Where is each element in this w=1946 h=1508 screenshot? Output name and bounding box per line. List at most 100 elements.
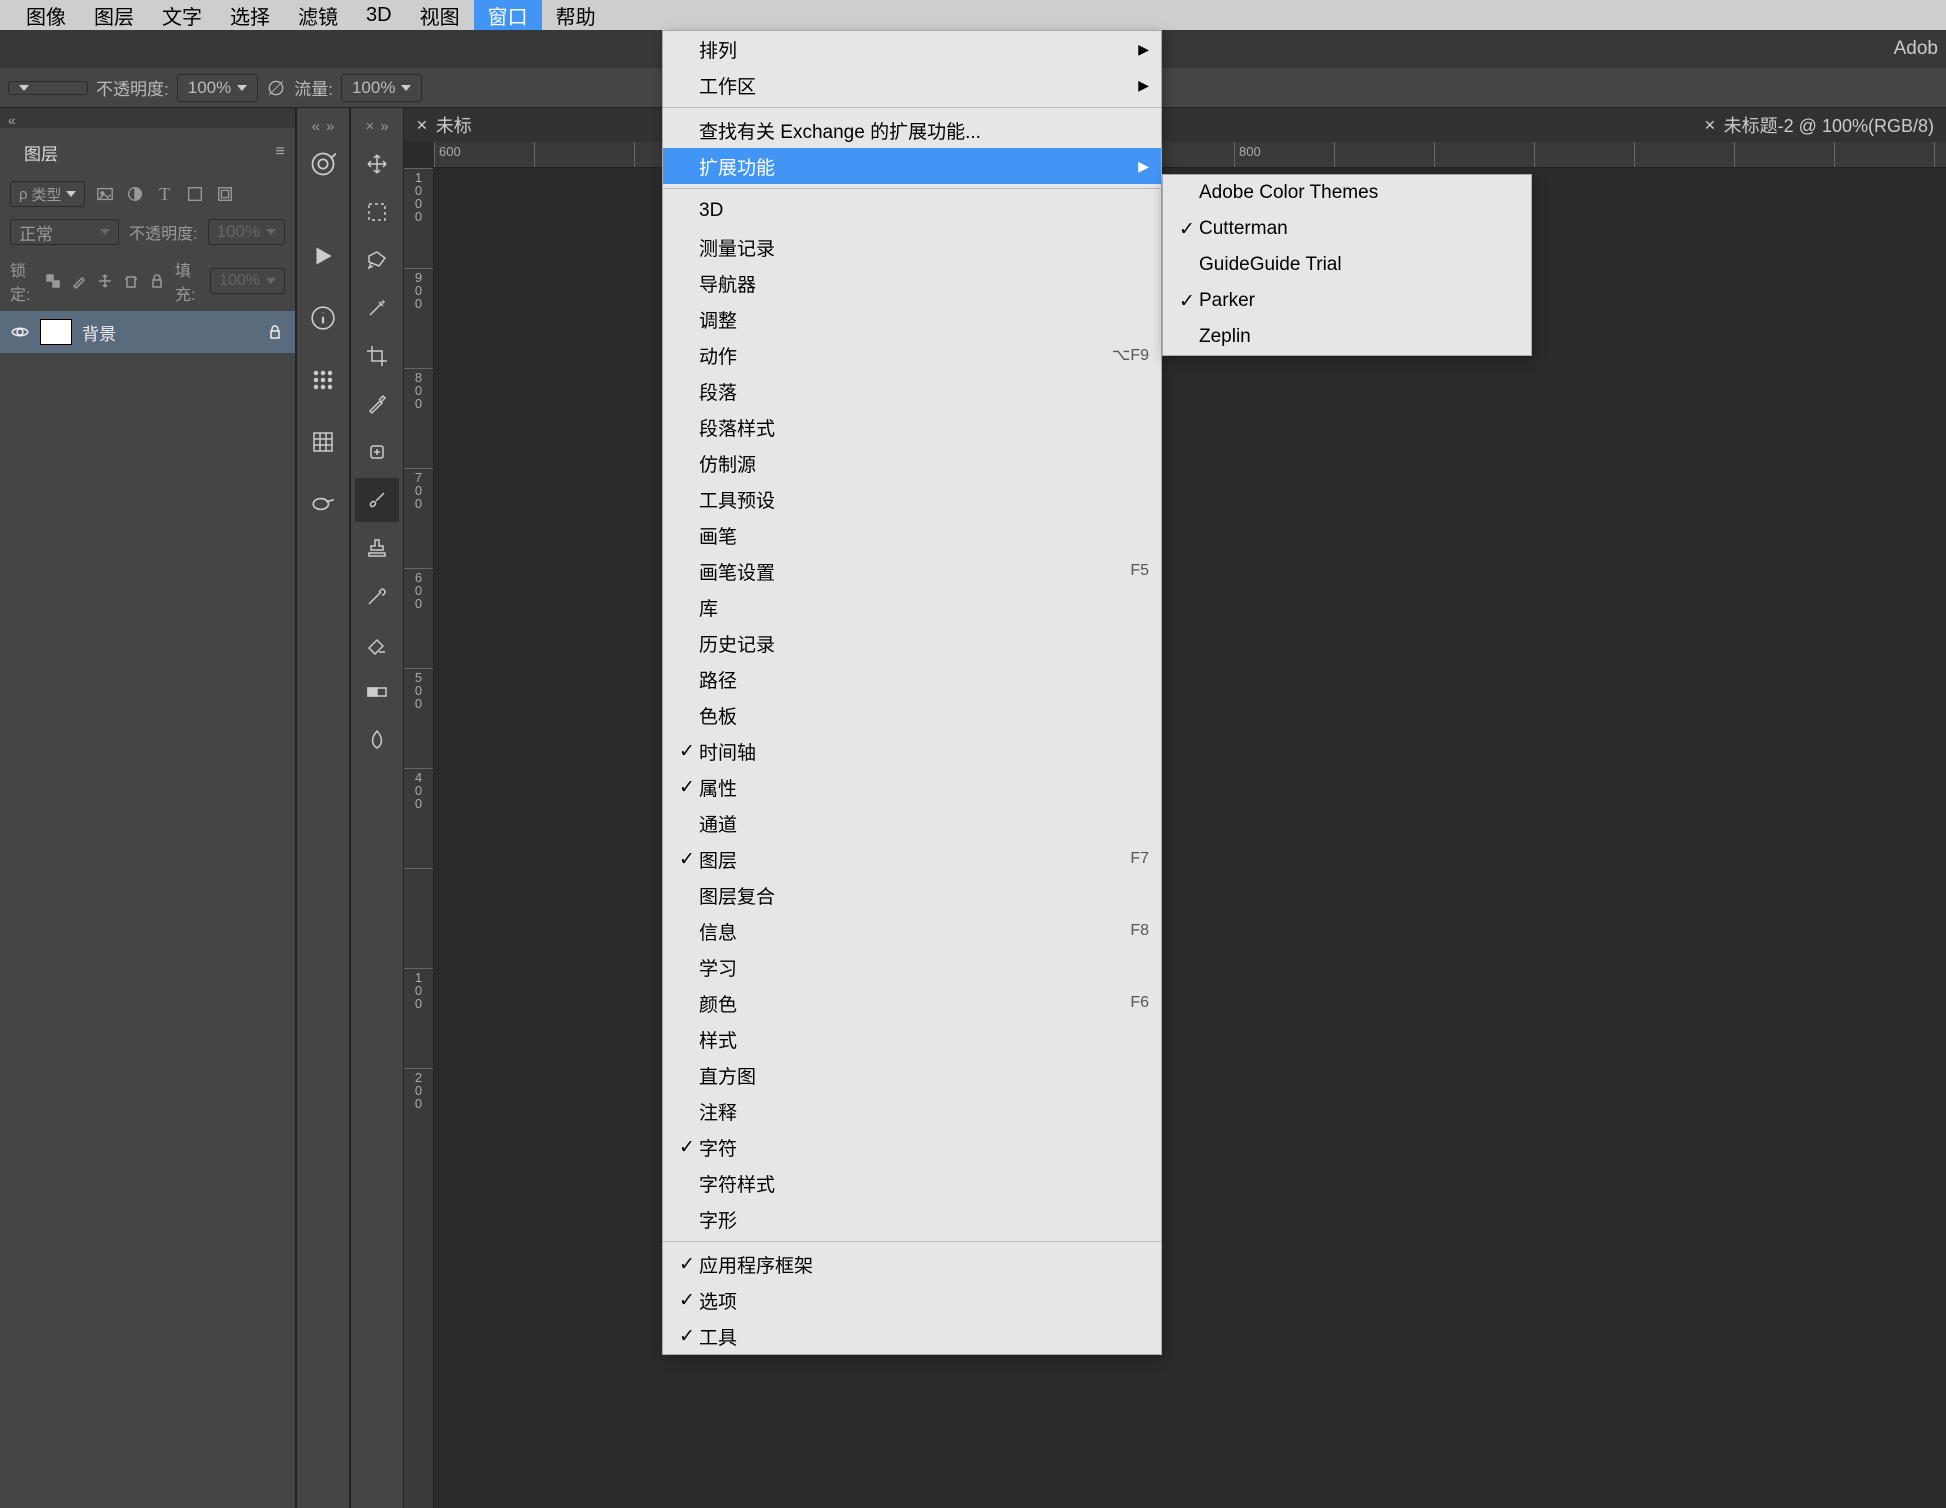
menu-帮助[interactable]: 帮助	[542, 0, 610, 30]
doc-tab-1[interactable]: ✕ 未标	[404, 108, 484, 142]
menu-item[interactable]: 路径	[663, 661, 1161, 697]
lock-artboard-icon[interactable]	[123, 271, 139, 291]
menu-item[interactable]: ✓字符	[663, 1129, 1161, 1165]
menu-item[interactable]: 样式	[663, 1021, 1161, 1057]
horizontal-ruler[interactable]: 600600700800600800300	[434, 142, 1946, 168]
menu-item[interactable]: ✓工具	[663, 1318, 1161, 1354]
menu-item[interactable]: 字形	[663, 1201, 1161, 1237]
menu-item[interactable]: 动作⌥F9	[663, 337, 1161, 373]
marquee-tool[interactable]	[355, 190, 399, 234]
lock-transparent-icon[interactable]	[45, 271, 61, 291]
menu-item[interactable]: 注释	[663, 1093, 1161, 1129]
grid-icon[interactable]	[301, 420, 345, 464]
filter-shape-icon[interactable]	[185, 184, 205, 204]
stamp-tool[interactable]	[355, 526, 399, 570]
filter-adjust-icon[interactable]	[125, 184, 145, 204]
menu-item[interactable]: 色板	[663, 697, 1161, 733]
menu-视图[interactable]: 视图	[406, 0, 474, 30]
smudge-icon[interactable]	[301, 482, 345, 526]
history-brush-tool[interactable]	[355, 574, 399, 618]
blend-mode-dropdown[interactable]: 正常	[10, 219, 119, 245]
close-icon[interactable]: ✕	[416, 117, 428, 134]
menu-item[interactable]: 段落样式	[663, 409, 1161, 445]
menu-item[interactable]: ✓应用程序框架	[663, 1246, 1161, 1282]
lasso-tool[interactable]	[355, 238, 399, 282]
menu-item[interactable]: 扩展功能▶	[663, 148, 1161, 184]
gradient-tool[interactable]	[355, 670, 399, 714]
submenu-item[interactable]: Adobe Color Themes	[1163, 175, 1531, 211]
layers-tab[interactable]: 图层	[10, 134, 72, 169]
layer-row-background[interactable]: 背景	[0, 311, 295, 353]
submenu-item[interactable]: ✓Cutterman	[1163, 211, 1531, 247]
menu-item[interactable]: 查找有关 Exchange 的扩展功能...	[663, 112, 1161, 148]
menu-item[interactable]: 测量记录	[663, 229, 1161, 265]
menu-item[interactable]: 信息F8	[663, 913, 1161, 949]
menu-item[interactable]: ✓属性	[663, 769, 1161, 805]
filter-image-icon[interactable]	[95, 184, 115, 204]
fill-value[interactable]: 100%	[210, 268, 285, 294]
menu-item[interactable]: 导航器	[663, 265, 1161, 301]
submenu-item[interactable]: GuideGuide Trial	[1163, 247, 1531, 283]
layer-name: 背景	[82, 320, 255, 345]
menu-item[interactable]: 3D	[663, 193, 1161, 229]
panel-menu-icon[interactable]: ≡	[276, 143, 285, 161]
menu-item[interactable]: ✓时间轴	[663, 733, 1161, 769]
lock-paint-icon[interactable]	[71, 271, 87, 291]
menu-文字[interactable]: 文字	[148, 0, 216, 30]
doc-tab-2[interactable]: ✕ 未标题-2 @ 100%(RGB/8)	[1692, 108, 1946, 142]
move-tool[interactable]	[355, 142, 399, 186]
submenu-item[interactable]: ✓Parker	[1163, 283, 1531, 319]
menu-窗口[interactable]: 窗口	[474, 0, 542, 30]
filter-type-icon[interactable]: T	[155, 184, 175, 204]
menu-滤镜[interactable]: 滤镜	[284, 0, 352, 30]
lock-move-icon[interactable]	[97, 271, 113, 291]
menu-item[interactable]: 调整	[663, 301, 1161, 337]
eraser-tool[interactable]	[355, 622, 399, 666]
menu-item[interactable]: 仿制源	[663, 445, 1161, 481]
menu-item[interactable]: ✓选项	[663, 1282, 1161, 1318]
menu-item[interactable]: 直方图	[663, 1057, 1161, 1093]
grid-dots-icon[interactable]	[301, 358, 345, 402]
filter-smart-icon[interactable]	[215, 184, 235, 204]
menu-item[interactable]: 图层复合	[663, 877, 1161, 913]
menu-item[interactable]: 学习	[663, 949, 1161, 985]
menu-3D[interactable]: 3D	[352, 0, 406, 30]
menu-选择[interactable]: 选择	[216, 0, 284, 30]
menu-item[interactable]: 库	[663, 589, 1161, 625]
brush-tool[interactable]	[355, 478, 399, 522]
info-icon[interactable]	[301, 296, 345, 340]
close-icon[interactable]: ✕	[1704, 117, 1716, 134]
vertical-ruler[interactable]: 1000900800700600500400100200	[404, 168, 434, 1508]
pressure-opacity-icon[interactable]	[266, 78, 286, 98]
flow-value[interactable]: 100%	[341, 74, 422, 102]
target-icon[interactable]	[301, 142, 345, 186]
menu-item[interactable]: 工作区▶	[663, 67, 1161, 103]
blur-tool[interactable]	[355, 718, 399, 762]
collapse-panel-icon[interactable]: «	[8, 112, 16, 128]
eyedropper-tool[interactable]	[355, 382, 399, 426]
menu-item[interactable]: 颜色F6	[663, 985, 1161, 1021]
menu-item[interactable]: 画笔设置F5	[663, 553, 1161, 589]
menu-item[interactable]: 画笔	[663, 517, 1161, 553]
tool-preset-dropdown[interactable]	[8, 81, 88, 95]
layer-opacity-value[interactable]: 100%	[208, 219, 285, 245]
crop-tool[interactable]	[355, 334, 399, 378]
submenu-item[interactable]: Zeplin	[1163, 319, 1531, 355]
menu-item[interactable]: ✓图层F7	[663, 841, 1161, 877]
menu-item[interactable]: 历史记录	[663, 625, 1161, 661]
menu-图层[interactable]: 图层	[80, 0, 148, 30]
menu-item[interactable]: 字符样式	[663, 1165, 1161, 1201]
filter-kind-dropdown[interactable]: ρ类型	[10, 181, 85, 207]
menu-item[interactable]: 工具预设	[663, 481, 1161, 517]
healing-tool[interactable]	[355, 430, 399, 474]
menu-item[interactable]: 排列▶	[663, 31, 1161, 67]
play-icon[interactable]	[301, 234, 345, 278]
toolbar-handle[interactable]: ×»	[365, 114, 388, 138]
menu-item[interactable]: 通道	[663, 805, 1161, 841]
visibility-eye-icon[interactable]	[10, 322, 30, 342]
wand-tool[interactable]	[355, 286, 399, 330]
menu-item[interactable]: 段落	[663, 373, 1161, 409]
lock-all-icon[interactable]	[149, 271, 165, 291]
opacity-value[interactable]: 100%	[177, 74, 258, 102]
menu-图像[interactable]: 图像	[12, 0, 80, 30]
